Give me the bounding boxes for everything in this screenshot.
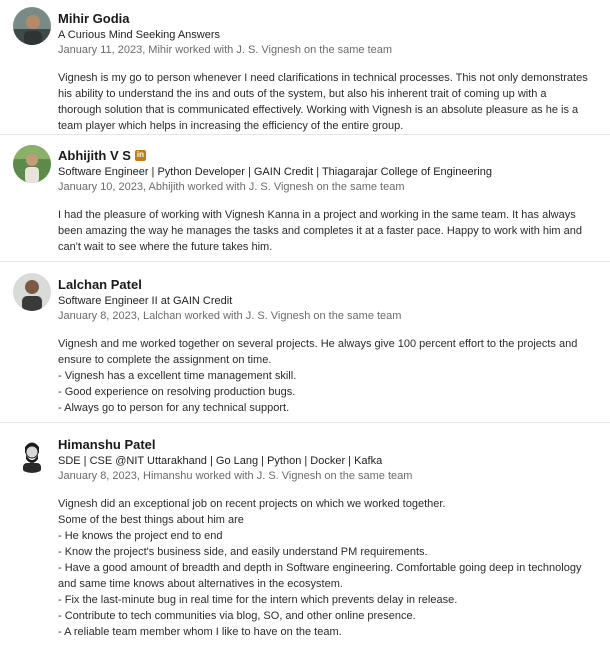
avatar[interactable] (13, 435, 51, 473)
recommendation-paragraph: - A reliable team member whom I like to … (58, 626, 342, 638)
recommendation-paragraph: Vignesh did an exceptional job on recent… (58, 498, 446, 510)
recommendation-paragraph: Vignesh is my go to person whenever I ne… (58, 72, 588, 132)
recommendation-paragraph: Some of the best things about him are (58, 514, 244, 526)
recommendation-text: Vignesh is my go to person whenever I ne… (58, 70, 598, 134)
recommender-name[interactable]: Mihir Godia (58, 11, 130, 26)
recommender-headline: A Curious Mind Seeking Answers (58, 29, 221, 41)
recommendation-paragraph: - Fix the last-minute bug in real time f… (58, 594, 458, 606)
recommendation-paragraph: - Vignesh has a excellent time managemen… (58, 370, 297, 382)
recommender-headline: Software Engineer | Python Developer | G… (58, 166, 492, 178)
recommendation-paragraph: - Always go to person for any technical … (58, 402, 290, 414)
recommendation-meta: January 8, 2023, Lalchan worked with J. … (58, 310, 402, 322)
recommendation-paragraph: I had the pleasure of working with Vigne… (58, 209, 583, 253)
avatar[interactable] (13, 145, 51, 183)
avatar[interactable] (13, 273, 51, 311)
recommendation-paragraph: - Contribute to tech communities via blo… (58, 610, 416, 622)
linkedin-icon: in (134, 149, 146, 161)
recommendation-paragraph: - He knows the project end to end (58, 530, 223, 542)
recommendation-meta: January 8, 2023, Himanshu worked with J.… (58, 470, 413, 482)
recommendation-text: Vignesh and me worked together on severa… (58, 336, 598, 416)
recommendation-item: Himanshu Patel SDE | CSE @NIT Uttarakhan… (0, 422, 610, 662)
recommendation-paragraph: - Know the project's business side, and … (58, 546, 428, 558)
recommender-headline: Software Engineer II at GAIN Credit (58, 295, 233, 307)
recommendation-meta: January 10, 2023, Abhijith worked with J… (58, 181, 405, 193)
avatar[interactable] (13, 7, 51, 45)
recommendation-paragraph: - Have a good amount of breadth and dept… (58, 562, 582, 590)
recommendations-list: Mihir Godia A Curious Mind Seeking Answe… (0, 0, 610, 662)
recommendation-paragraph: - Good experience on resolving productio… (58, 386, 296, 398)
recommendation-item: Abhijith V S in Software Engineer | Pyth… (0, 134, 610, 261)
recommender-name[interactable]: Abhijith V S (58, 148, 131, 163)
recommendation-paragraph: Vignesh and me worked together on severa… (58, 338, 578, 366)
recommendation-text: Vignesh did an exceptional job on recent… (58, 496, 598, 640)
recommender-name[interactable]: Lalchan Patel (58, 277, 142, 292)
recommendation-text: I had the pleasure of working with Vigne… (58, 207, 598, 255)
recommendation-item: Mihir Godia A Curious Mind Seeking Answe… (0, 0, 610, 134)
recommendation-item: Lalchan Patel Software Engineer II at GA… (0, 261, 610, 422)
recommender-name[interactable]: Himanshu Patel (58, 437, 156, 452)
recommendation-meta: January 11, 2023, Mihir worked with J. S… (58, 44, 393, 56)
recommender-headline: SDE | CSE @NIT Uttarakhand | Go Lang | P… (58, 455, 383, 467)
